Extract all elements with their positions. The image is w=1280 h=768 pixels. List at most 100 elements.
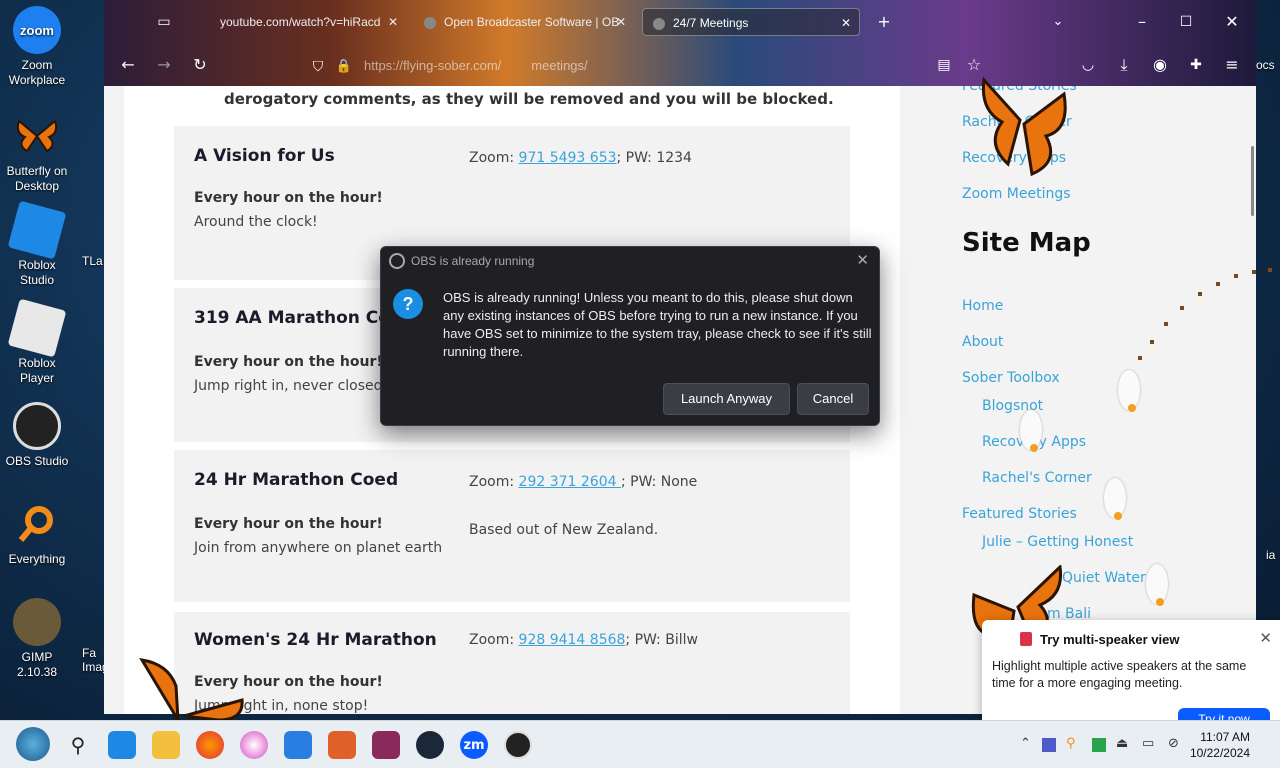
sitemap-link[interactable]: Quiet Water <box>1062 570 1146 586</box>
store-icon[interactable] <box>284 731 312 759</box>
lock-icon[interactable]: 🔒 <box>330 52 358 80</box>
zoom-icon-text: zoom <box>20 22 54 38</box>
close-icon[interactable]: ✕ <box>1259 629 1272 647</box>
meeting-schedule: Every hour on the hour! <box>194 354 383 370</box>
url-bar[interactable]: ⛉ 🔒 https://flying-sober.com/meetings/ <box>304 50 944 82</box>
desktop-icon-roblox-player[interactable]: Roblox Player <box>2 298 72 386</box>
meeting-card: 24 Hr Marathon Coed Zoom: 292 371 2604 ;… <box>174 450 850 602</box>
firefox-icon[interactable] <box>196 731 224 759</box>
sitemap-link[interactable]: Julie – Getting Honest <box>982 534 1133 550</box>
teams-icon[interactable] <box>1042 738 1056 752</box>
desktop-icon-gimp[interactable]: GIMP 2.10.38 <box>2 598 72 680</box>
taskbar: ⚲ zm ⌃ ⚲ ⏏ ▭ ⊘ 11:07 AM 10/22/2024 <box>0 720 1280 768</box>
task-view-icon[interactable] <box>108 731 136 759</box>
browser-toolbar: ▭ youtube.com/watch?v=hiRacd ✕ Open Broa… <box>104 0 1256 86</box>
close-icon[interactable]: ✕ <box>388 8 398 36</box>
desktop-icon-label: TLa <box>82 254 103 268</box>
minimize-button[interactable]: – <box>1128 8 1156 36</box>
duck-sprite-icon <box>1104 478 1126 520</box>
tab-youtube[interactable]: youtube.com/watch?v=hiRacd ✕ <box>210 8 406 36</box>
trail-dot-icon <box>1268 268 1272 272</box>
url-path: meetings/ <box>531 58 588 73</box>
meeting-title: A Vision for Us <box>194 146 335 166</box>
sitemap-link[interactable]: Home <box>962 298 1003 314</box>
zoom-password: ; PW: 1234 <box>616 150 692 166</box>
clock[interactable]: 11:07 AM 10/22/2024 <box>1190 729 1250 761</box>
trail-dot-icon <box>1138 356 1142 360</box>
security-icon[interactable] <box>1092 738 1106 752</box>
desktop-icon-butterfly[interactable]: Butterfly on Desktop <box>2 112 72 194</box>
new-tab-button[interactable]: + <box>870 8 898 36</box>
desktop-icon-label: Everything <box>8 552 66 566</box>
shield-icon[interactable]: ⛉ <box>304 52 332 80</box>
meeting-title: 24 Hr Marathon Coed <box>194 470 399 490</box>
extensions-icon[interactable]: ✚ <box>1182 51 1210 79</box>
roblox-studio-icon <box>7 200 67 260</box>
desktop-icon-zoom[interactable]: zoom Zoom Workplace <box>2 6 72 88</box>
meeting-zoom: Zoom: 292 371 2604 ; PW: None <box>469 474 697 490</box>
reload-icon[interactable]: ↻ <box>186 51 214 79</box>
dialog-close-icon[interactable]: ✕ <box>856 251 869 269</box>
zoom-link[interactable]: 292 371 2604 <box>519 474 621 490</box>
zoom-link[interactable]: 971 5493 653 <box>519 150 617 166</box>
obs-already-running-dialog: OBS is already running ✕ ? OBS is alread… <box>380 246 880 426</box>
steam-icon[interactable] <box>416 731 444 759</box>
clock-date: 10/22/2024 <box>1189 746 1250 760</box>
app-icon[interactable] <box>328 731 356 759</box>
maximize-button[interactable]: ☐ <box>1172 8 1200 36</box>
window-close-button[interactable]: ✕ <box>1218 8 1246 36</box>
tab-overview-icon[interactable]: ▭ <box>150 8 178 36</box>
display-icon[interactable]: ▭ <box>1142 736 1154 751</box>
tab-meetings[interactable]: 24/7 Meetings ✕ <box>642 8 860 36</box>
sitemap-link[interactable]: Featured Stories <box>962 506 1077 522</box>
desktop-icon-everything[interactable]: Everything <box>2 500 72 567</box>
desktop-icon-roblox-studio[interactable]: Roblox Studio <box>2 200 72 288</box>
trail-dot-icon <box>1234 274 1238 278</box>
desktop: zoom Zoom Workplace Butterfly on Desktop… <box>0 0 108 720</box>
pocket-icon[interactable]: ◡ <box>1074 51 1102 79</box>
trail-dot-icon <box>1164 322 1168 326</box>
close-icon[interactable]: ✕ <box>616 8 626 36</box>
search-icon[interactable]: ⚲ <box>64 731 92 759</box>
usb-icon[interactable]: ⏏ <box>1116 736 1128 751</box>
butterfly-sprite-icon <box>981 76 1067 177</box>
butterfly-sprite-icon <box>139 658 244 720</box>
obs-taskbar-icon[interactable] <box>504 731 532 759</box>
zoom-prefix: Zoom: <box>469 150 519 166</box>
sitemap-link[interactable]: Rachel's Corner <box>982 470 1092 486</box>
network-icon[interactable]: ⊘ <box>1168 736 1179 751</box>
forward-arrow-icon[interactable]: → <box>150 51 178 79</box>
start-globe-icon[interactable] <box>16 727 50 761</box>
tab-obs[interactable]: Open Broadcaster Software | OB ✕ <box>414 8 634 36</box>
download-icon[interactable]: ⤓ <box>1110 51 1138 79</box>
tab-list-chevron-icon[interactable]: ⌄ <box>1044 8 1072 36</box>
cancel-button[interactable]: Cancel <box>797 383 869 415</box>
roblox-player-icon <box>7 298 67 358</box>
music-icon[interactable] <box>240 731 268 759</box>
chevron-up-icon[interactable]: ⌃ <box>1020 736 1031 751</box>
back-arrow-icon[interactable]: ← <box>114 51 142 79</box>
sitemap-link[interactable]: Sober Toolbox <box>962 370 1060 386</box>
gimp-icon <box>13 598 61 646</box>
reader-view-icon[interactable]: ▤ <box>930 51 958 79</box>
account-icon[interactable]: ◉ <box>1146 51 1174 79</box>
meeting-zoom: Zoom: 928 9414 8568; PW: Billw <box>469 632 698 648</box>
launch-anyway-button[interactable]: Launch Anyway <box>663 383 790 415</box>
file-explorer-icon[interactable] <box>152 731 180 759</box>
zoom-taskbar-icon[interactable]: zm <box>460 731 488 759</box>
sidebar-link[interactable]: Zoom Meetings <box>962 186 1071 202</box>
sitemap-link[interactable]: About <box>962 334 1003 350</box>
desktop-icon-label: OBS Studio <box>5 454 69 468</box>
close-icon[interactable]: ✕ <box>841 9 851 35</box>
meeting-description: Join from anywhere on planet earth <box>194 540 443 556</box>
meeting-description: Around the clock! <box>194 214 318 230</box>
menu-icon[interactable]: ≡ <box>1218 51 1246 79</box>
winrar-icon[interactable] <box>372 731 400 759</box>
everything-tray-icon[interactable]: ⚲ <box>1066 736 1076 751</box>
obs-icon <box>13 402 61 450</box>
obs-favicon-icon <box>424 16 436 29</box>
meeting-description: Jump right in, never closed! <box>194 378 389 394</box>
desktop-icon-obs[interactable]: OBS Studio <box>2 402 72 469</box>
page-scrollbar[interactable] <box>1251 146 1254 216</box>
zoom-link[interactable]: 928 9414 8568 <box>519 632 626 648</box>
